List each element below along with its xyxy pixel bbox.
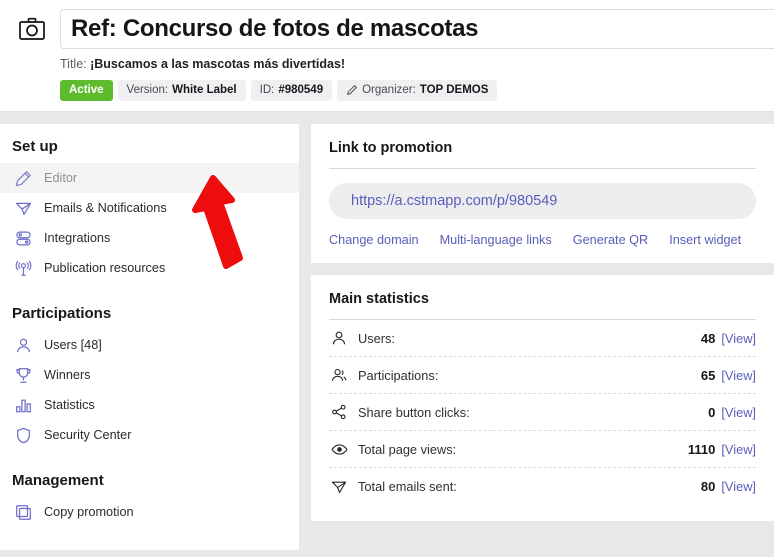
divider [329, 168, 756, 169]
trophy-icon [14, 366, 32, 384]
sidebar-item-statistics[interactable]: Statistics [0, 390, 299, 420]
organizer-value: TOP DEMOS [420, 84, 489, 96]
title-row: Ref: Concurso de fotos de mascotas [0, 9, 774, 49]
stat-value: 1110 [688, 442, 716, 457]
page-header: Ref: Concurso de fotos de mascotas Title… [0, 0, 774, 112]
change-domain-link[interactable]: Change domain [329, 233, 419, 247]
version-badge: Version:White Label [118, 80, 246, 101]
view-link[interactable]: [View] [721, 368, 756, 383]
sidebar-item-label: Users [48] [44, 338, 102, 352]
view-link[interactable]: [View] [721, 405, 756, 420]
sidebar-item-users[interactable]: Users [48] [0, 330, 299, 360]
status-badge: Active [60, 80, 113, 101]
stat-row-users: Users: 48 [View] [329, 320, 756, 357]
sidebar-item-label: Security Center [44, 428, 131, 442]
eye-icon [329, 440, 349, 458]
stat-row-share-button-clicks: Share button clicks: 0 [View] [329, 394, 756, 431]
organizer-label: Organizer: [362, 84, 416, 96]
multi-language-links-link[interactable]: Multi-language links [440, 233, 552, 247]
sidebar-item-winners[interactable]: Winners [0, 360, 299, 390]
camera-icon [12, 9, 52, 49]
sidebar-heading-setup: Set up [0, 138, 299, 163]
user-icon [329, 329, 349, 347]
pencil-icon [346, 84, 358, 96]
stat-label: Total emails sent: [358, 479, 701, 494]
main-statistics-card: Main statistics Users: 48 [View] [311, 275, 774, 521]
sidebar-item-label: Integrations [44, 231, 110, 245]
bar-chart-icon [14, 396, 32, 414]
generate-qr-link[interactable]: Generate QR [573, 233, 648, 247]
subtitle-label: Title: [60, 57, 87, 71]
sidebar-item-security-center[interactable]: Security Center [0, 420, 299, 450]
id-value: #980549 [278, 84, 323, 96]
insert-widget-link[interactable]: Insert widget [669, 233, 741, 247]
organizer-badge: Organizer: TOP DEMOS [337, 80, 497, 101]
sidebar-heading-management: Management [0, 472, 299, 497]
sidebar-item-emails-notifications[interactable]: Emails & Notifications [0, 193, 299, 223]
stats-card-title: Main statistics [329, 291, 756, 307]
user-icon [14, 336, 32, 354]
stat-value: 48 [701, 331, 715, 346]
stat-label: Share button clicks: [358, 405, 708, 420]
pencil-icon [14, 169, 32, 187]
sidebar: Set up Editor Emails & Notifi [0, 124, 299, 550]
stat-row-participations: Participations: 65 [View] [329, 357, 756, 394]
stat-row-total-emails-sent: Total emails sent: 80 [View] [329, 468, 756, 505]
participations-icon [329, 366, 349, 384]
version-value: White Label [172, 84, 237, 96]
share-icon [329, 403, 349, 421]
view-link[interactable]: [View] [721, 479, 756, 494]
promotion-title-input[interactable]: Ref: Concurso de fotos de mascotas [60, 9, 774, 49]
stat-value: 0 [708, 405, 715, 420]
stat-row-total-page-views: Total page views: 1110 [View] [329, 431, 756, 468]
sidebar-item-label: Copy promotion [44, 505, 134, 519]
id-label: ID: [260, 84, 275, 96]
shield-icon [14, 426, 32, 444]
stat-value: 80 [701, 479, 715, 494]
app-page: Ref: Concurso de fotos de mascotas Title… [0, 0, 774, 557]
stat-label: Participations: [358, 368, 701, 383]
paper-plane-icon [329, 478, 349, 496]
server-icon [14, 229, 32, 247]
sidebar-item-label: Statistics [44, 398, 95, 412]
badge-row: Active Version:White Label ID:#980549 Or… [0, 80, 774, 101]
view-link[interactable]: [View] [721, 331, 756, 346]
page-body: Set up Editor Emails & Notifi [0, 112, 774, 550]
sidebar-item-label: Winners [44, 368, 91, 382]
version-label: Version: [127, 84, 169, 96]
promotion-url[interactable]: https://a.cstmapp.com/p/980549 [329, 183, 756, 219]
sidebar-item-label: Publication resources [44, 261, 165, 275]
view-link[interactable]: [View] [721, 442, 756, 457]
paper-plane-icon [14, 199, 32, 217]
sidebar-item-label: Editor [44, 171, 77, 185]
stat-value: 65 [701, 368, 715, 383]
main-column: Link to promotion https://a.cstmapp.com/… [311, 124, 774, 550]
sidebar-item-copy-promotion[interactable]: Copy promotion [0, 497, 299, 527]
stat-label: Users: [358, 331, 701, 346]
stat-label: Total page views: [358, 442, 688, 457]
sidebar-item-label: Emails & Notifications [44, 201, 167, 215]
broadcast-icon [14, 259, 32, 277]
link-card-title: Link to promotion [329, 140, 756, 156]
link-to-promotion-card: Link to promotion https://a.cstmapp.com/… [311, 124, 774, 263]
sidebar-item-integrations[interactable]: Integrations [0, 223, 299, 253]
copy-icon [14, 503, 32, 521]
link-actions: Change domain Multi-language links Gener… [329, 233, 756, 247]
sidebar-item-editor[interactable]: Editor [0, 163, 299, 193]
id-badge: ID:#980549 [251, 80, 332, 101]
promotion-subtitle: Title: ¡Buscamos a las mascotas más dive… [0, 57, 774, 71]
sidebar-heading-participations: Participations [0, 305, 299, 330]
sidebar-item-publication-resources[interactable]: Publication resources [0, 253, 299, 283]
subtitle-value: ¡Buscamos a las mascotas más divertidas! [90, 57, 345, 71]
